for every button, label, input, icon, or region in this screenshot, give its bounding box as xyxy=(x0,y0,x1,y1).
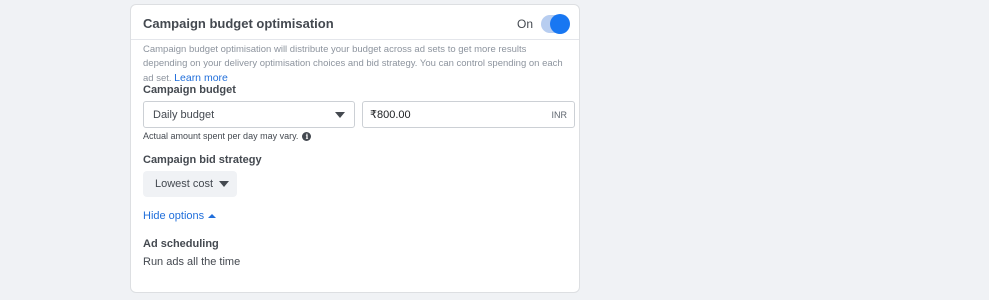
bid-strategy-select[interactable]: Lowest cost xyxy=(143,171,237,197)
caret-down-icon xyxy=(335,111,345,118)
hide-options-label: Hide options xyxy=(143,210,205,222)
toggle-knob xyxy=(551,15,569,33)
cbo-toggle-switch[interactable] xyxy=(541,15,569,33)
ad-scheduling-label: Ad scheduling xyxy=(143,238,219,250)
budget-hint: Actual amount spent per day may vary. i xyxy=(143,131,312,141)
budget-amount-value: ₹800.00 xyxy=(370,109,411,121)
budget-type-value: Daily budget xyxy=(153,108,215,121)
toggle-state-label: On xyxy=(516,17,533,31)
learn-more-link[interactable]: Learn more xyxy=(174,72,228,84)
hide-options-link[interactable]: Hide options xyxy=(143,210,217,222)
budget-type-select[interactable]: Daily budget xyxy=(143,101,355,128)
campaign-budget-card: Campaign budget optimisation On Campaign… xyxy=(130,4,580,293)
budget-amount-input[interactable]: ₹800.00 INR xyxy=(362,101,575,128)
ad-scheduling-value: Run ads all the time xyxy=(143,256,241,268)
cbo-toggle-group: On xyxy=(517,15,569,33)
info-icon[interactable]: i xyxy=(302,131,312,141)
bid-strategy-label: Campaign bid strategy xyxy=(143,154,262,166)
bid-strategy-value: Lowest cost xyxy=(155,178,214,190)
budget-hint-text: Actual amount spent per day may vary. xyxy=(143,131,299,141)
header-divider xyxy=(131,39,579,40)
section-title: Campaign budget optimisation xyxy=(143,16,334,31)
cbo-description: Campaign budget optimisation will distri… xyxy=(143,43,573,86)
currency-label: INR xyxy=(551,109,568,120)
campaign-budget-label: Campaign budget xyxy=(143,84,236,96)
caret-up-icon xyxy=(208,214,217,219)
caret-down-icon xyxy=(219,181,229,187)
